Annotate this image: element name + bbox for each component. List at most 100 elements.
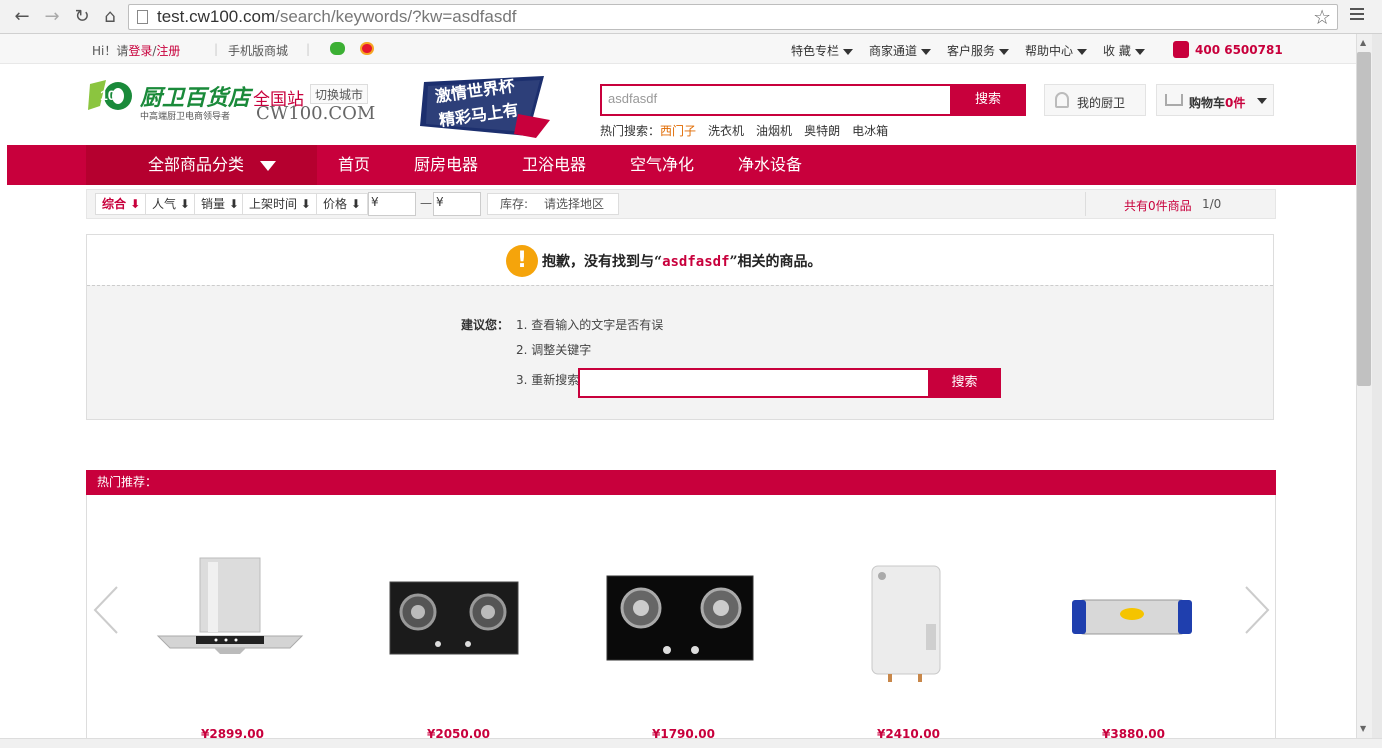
mobile-store-link[interactable]: 手机版商城 bbox=[228, 42, 288, 59]
price-min-input[interactable]: ¥ bbox=[368, 192, 416, 216]
switch-city-button[interactable]: 切换城市 bbox=[310, 84, 369, 104]
nav-water[interactable]: 净水设备 bbox=[738, 145, 802, 185]
reload-icon[interactable]: ↻ bbox=[72, 7, 92, 27]
sort-sales[interactable]: 销量 ⬇ bbox=[194, 193, 246, 215]
stock-label: 库存: bbox=[500, 197, 529, 211]
hot-search-label: 热门搜索： bbox=[600, 124, 661, 138]
back-icon[interactable]: ← bbox=[12, 7, 32, 27]
search-input[interactable]: asdfasdf bbox=[600, 84, 952, 116]
stock-value: 请选择地区 bbox=[544, 197, 605, 211]
nav-air[interactable]: 空气净化 bbox=[630, 145, 694, 185]
login-links: Hi！请登录/注册 bbox=[92, 42, 180, 59]
all-categories-label: 全部商品分类 bbox=[148, 155, 245, 174]
hot-recommend-header: 热门推荐： bbox=[86, 470, 1276, 495]
water-purifier-icon[interactable] bbox=[1070, 540, 1194, 660]
window-frame bbox=[0, 738, 1382, 748]
topbar-link-merchants[interactable]: 商家通道 bbox=[869, 42, 932, 59]
logo-tagline: 中高端厨卫电商领导者 bbox=[140, 112, 231, 122]
chevron-down-icon bbox=[1077, 48, 1088, 55]
cart-count: 0件 bbox=[1225, 96, 1246, 110]
all-categories-menu[interactable]: 全部商品分类 bbox=[86, 145, 317, 185]
chevron-down-icon bbox=[999, 48, 1010, 55]
hot-search-term[interactable]: 电冰箱 bbox=[852, 124, 888, 138]
sort-price[interactable]: 价格 ⬇ bbox=[316, 193, 368, 215]
browser-toolbar: ← → ↻ ⌂ test.cw100.com/search/keywords/?… bbox=[0, 0, 1382, 34]
hot-searches: 热门搜索：西门子 洗衣机 油烟机 奥特朗 电冰箱 bbox=[600, 122, 900, 139]
hot-search-term[interactable]: 油烟机 bbox=[756, 124, 792, 138]
sort-newest[interactable]: 上架时间 ⬇ bbox=[242, 193, 318, 215]
suggestion-item: 3. 重新搜索 bbox=[516, 373, 580, 387]
chevron-down-icon bbox=[1257, 98, 1267, 104]
greeting-text: Hi！请 bbox=[92, 44, 129, 58]
topbar-link-service[interactable]: 客户服务 bbox=[947, 42, 1010, 59]
top-utility-bar: Hi！请登录/注册 | 手机版商城 | 特色专栏 商家通道 客户服务 帮助中心 … bbox=[0, 34, 1356, 64]
nav-home[interactable]: 首页 bbox=[338, 145, 370, 185]
sort-popularity[interactable]: 人气 ⬇ bbox=[145, 193, 197, 215]
my-account-button[interactable]: 我的厨卫 bbox=[1044, 84, 1146, 116]
carousel-prev-icon[interactable] bbox=[93, 585, 119, 635]
cart-label: 购物车0件 bbox=[1189, 96, 1246, 110]
login-link[interactable]: 登录 bbox=[128, 44, 152, 58]
world-cup-banner[interactable]: 激情世界杯 精彩马上有 bbox=[418, 74, 550, 138]
logo-icon[interactable]: 10 bbox=[86, 76, 136, 114]
hot-search-term[interactable]: 奥特朗 bbox=[804, 124, 840, 138]
logo-text[interactable]: 厨卫百货店 bbox=[140, 80, 250, 112]
hot-search-term[interactable]: 洗衣机 bbox=[708, 124, 744, 138]
gas-stove-icon[interactable] bbox=[388, 540, 520, 660]
url-text: test.cw100.com/search/keywords/?kw=asdfa… bbox=[157, 7, 517, 26]
hot-search-term[interactable]: 西门子 bbox=[660, 124, 696, 138]
divider: | bbox=[306, 42, 311, 56]
window-frame bbox=[1372, 34, 1382, 748]
forward-icon[interactable]: → bbox=[42, 7, 62, 27]
browser-menu-icon[interactable] bbox=[1350, 8, 1364, 23]
total-count: 共有0件商品 bbox=[1124, 199, 1192, 213]
nav-bathroom[interactable]: 卫浴电器 bbox=[522, 145, 586, 185]
research-input[interactable] bbox=[578, 368, 930, 398]
price-dash: — bbox=[420, 196, 432, 210]
my-account-label: 我的厨卫 bbox=[1077, 96, 1126, 110]
nav-kitchen[interactable]: 厨房电器 bbox=[414, 145, 478, 185]
phone-icon bbox=[1173, 41, 1189, 58]
chevron-down-icon bbox=[843, 48, 854, 55]
divider bbox=[1085, 192, 1086, 216]
suggestion-item: 2. 调整关键字 bbox=[516, 343, 592, 357]
warning-icon: ! bbox=[506, 245, 538, 277]
carousel-next-icon[interactable] bbox=[1244, 585, 1270, 635]
price-max-input[interactable]: ¥ bbox=[433, 192, 481, 216]
scroll-up-icon[interactable]: ▲ bbox=[1360, 38, 1366, 47]
suggestion-label: 建议您： bbox=[461, 318, 510, 332]
suggestion-area bbox=[87, 285, 1273, 419]
user-icon bbox=[1055, 92, 1069, 108]
search-button[interactable]: 搜索 bbox=[950, 84, 1026, 116]
gas-stove-icon[interactable] bbox=[605, 540, 755, 664]
divider: | bbox=[214, 42, 219, 56]
research-button[interactable]: 搜索 bbox=[928, 368, 1001, 398]
weibo-icon[interactable] bbox=[360, 42, 374, 55]
hotline-number: 400 6500781 bbox=[1195, 43, 1283, 57]
range-hood-icon[interactable] bbox=[150, 540, 310, 670]
wechat-icon[interactable] bbox=[330, 42, 345, 55]
page-icon bbox=[137, 10, 148, 24]
no-result-message: 抱歉，没有找到与“asdfasdf”相关的商品。 bbox=[542, 254, 822, 270]
chevron-down-icon bbox=[1134, 48, 1145, 55]
sort-default[interactable]: 综合 ⬇ bbox=[95, 193, 148, 215]
topbar-link-features[interactable]: 特色专栏 bbox=[791, 42, 854, 59]
site-domain: CW100.COM bbox=[256, 103, 376, 124]
topbar-link-favorites[interactable]: 收 藏 bbox=[1103, 42, 1145, 59]
chevron-down-icon bbox=[921, 48, 932, 55]
cart-button[interactable]: 购物车0件 bbox=[1156, 84, 1274, 116]
suggestion-item: 1. 查看输入的文字是否有误 bbox=[516, 318, 664, 332]
scroll-thumb[interactable] bbox=[1357, 52, 1371, 386]
scroll-down-icon[interactable]: ▼ bbox=[1360, 724, 1366, 733]
page-indicator: 1/0 bbox=[1202, 197, 1222, 211]
home-icon[interactable]: ⌂ bbox=[100, 7, 120, 27]
address-bar[interactable]: test.cw100.com/search/keywords/?kw=asdfa… bbox=[128, 4, 1338, 30]
topbar-link-help[interactable]: 帮助中心 bbox=[1025, 42, 1088, 59]
bookmark-star-icon[interactable]: ☆ bbox=[1313, 5, 1331, 29]
stock-region-select[interactable]: 库存: 请选择地区 bbox=[487, 193, 619, 215]
register-link[interactable]: 注册 bbox=[156, 44, 180, 58]
triangle-down-icon bbox=[260, 161, 276, 171]
cart-icon bbox=[1165, 94, 1183, 106]
svg-text:10: 10 bbox=[100, 87, 116, 103]
water-heater-icon[interactable] bbox=[862, 540, 952, 688]
